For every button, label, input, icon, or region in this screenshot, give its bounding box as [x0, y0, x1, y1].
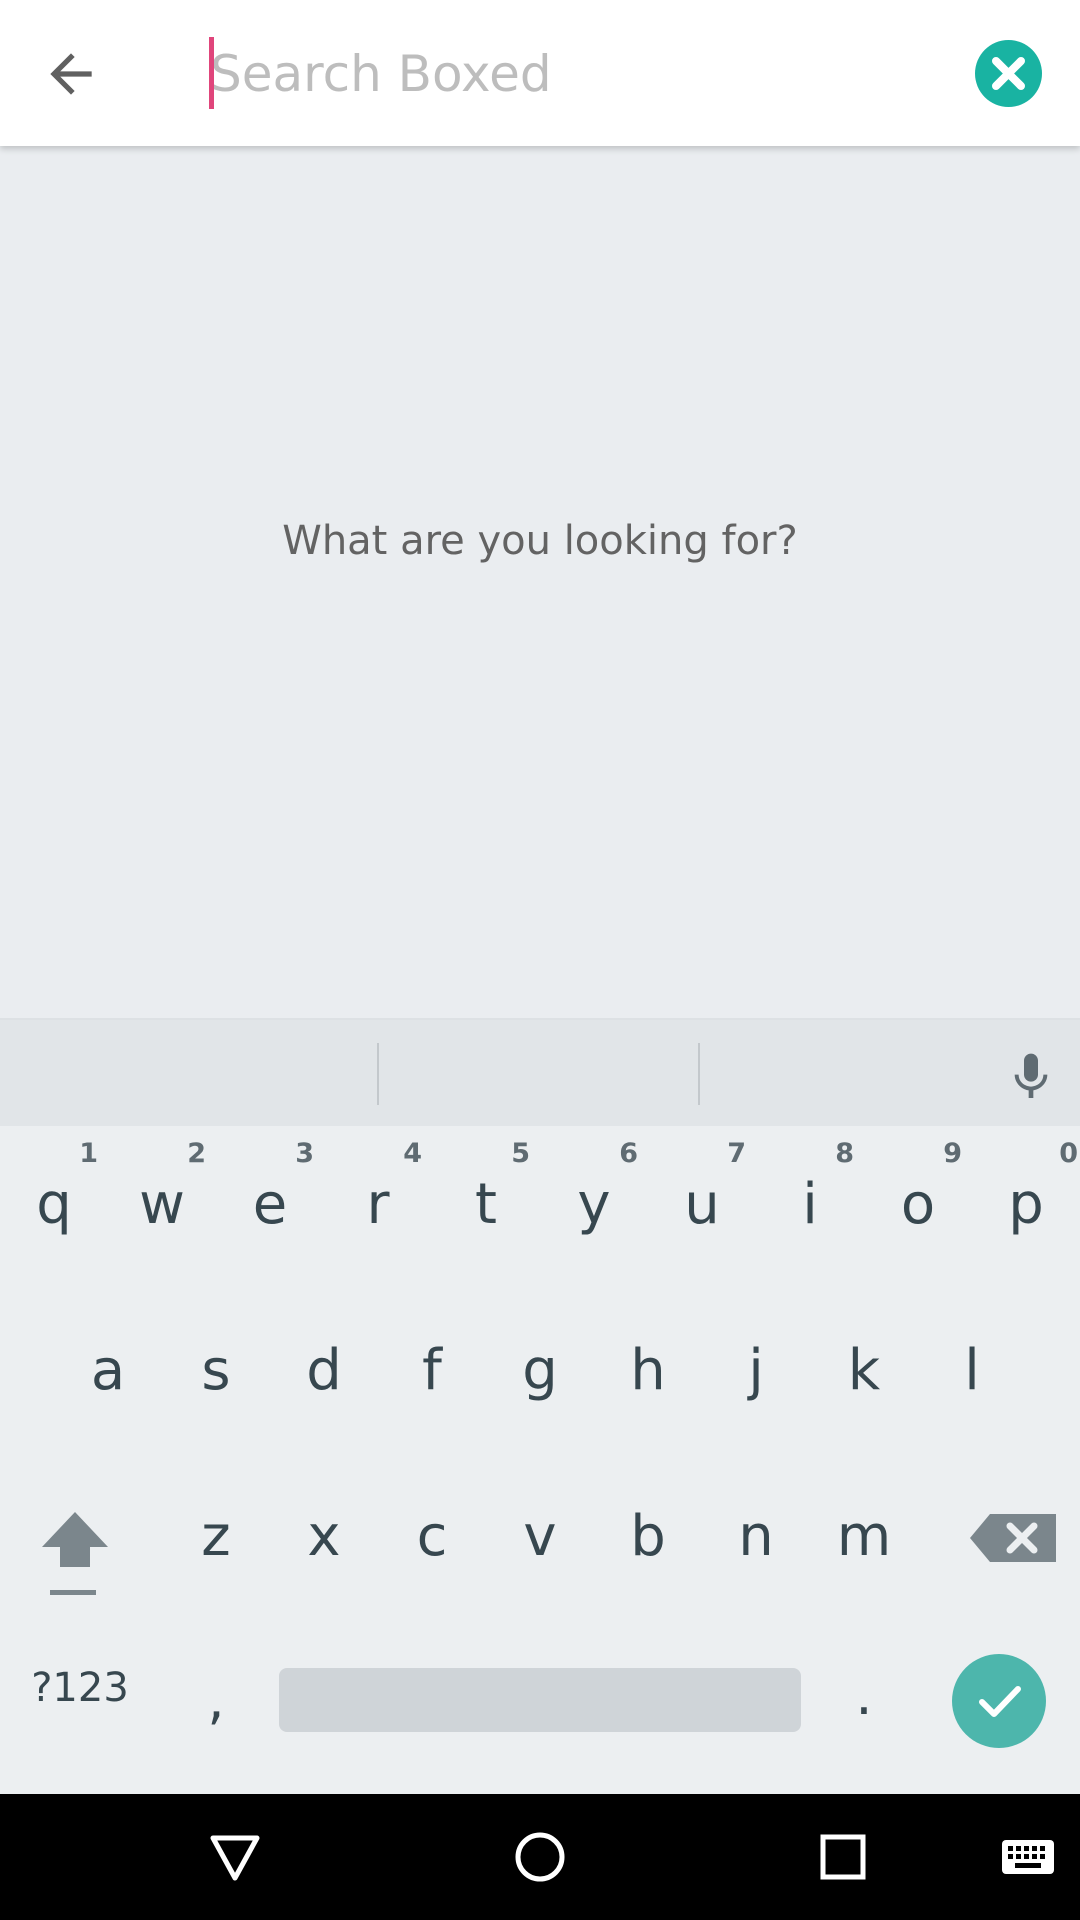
key-s[interactable]: s	[162, 1296, 270, 1444]
period-key[interactable]: .	[816, 1640, 912, 1750]
key-b[interactable]: b	[594, 1462, 702, 1610]
key-k[interactable]: k	[810, 1296, 918, 1444]
key-n[interactable]: n	[702, 1462, 810, 1610]
square-recents-icon	[820, 1834, 866, 1880]
suggestion-divider	[377, 1043, 379, 1105]
key-p[interactable]: p0	[972, 1130, 1080, 1278]
close-icon	[992, 57, 1025, 90]
enter-key[interactable]	[952, 1654, 1046, 1748]
backspace-key[interactable]	[960, 1498, 1060, 1578]
shift-key[interactable]	[20, 1482, 130, 1622]
key-u[interactable]: u7	[648, 1130, 756, 1278]
nav-back-button[interactable]	[200, 1824, 270, 1890]
arrow-left-icon	[50, 53, 92, 95]
symbols-key[interactable]: ?123	[20, 1654, 140, 1722]
nav-recents-button[interactable]	[808, 1824, 878, 1890]
key-r[interactable]: r4	[324, 1130, 432, 1278]
comma-key[interactable]: ,	[168, 1644, 264, 1754]
nav-keyboard-button[interactable]	[997, 1828, 1059, 1886]
key-i[interactable]: i8	[756, 1130, 864, 1278]
search-header	[0, 0, 1080, 146]
key-t[interactable]: t5	[432, 1130, 540, 1278]
triangle-back-icon	[210, 1835, 260, 1881]
text-cursor	[209, 37, 214, 109]
key-h[interactable]: h	[594, 1296, 702, 1444]
suggestion-divider	[698, 1043, 700, 1105]
keyboard-icon	[1002, 1840, 1054, 1874]
key-o[interactable]: o9	[864, 1130, 972, 1278]
key-y[interactable]: y6	[540, 1130, 648, 1278]
backspace-icon	[970, 1514, 1056, 1562]
suggestion-strip	[0, 1020, 1080, 1126]
key-g[interactable]: g	[486, 1296, 594, 1444]
empty-state-prompt: What are you looking for?	[282, 518, 798, 564]
key-w[interactable]: w2	[108, 1130, 216, 1278]
microphone-icon	[1014, 1053, 1048, 1098]
nav-home-button[interactable]	[505, 1824, 575, 1890]
shift-icon	[42, 1512, 108, 1595]
key-j[interactable]: j	[702, 1296, 810, 1444]
circle-home-icon	[515, 1832, 565, 1882]
key-d[interactable]: d	[270, 1296, 378, 1444]
voice-input-button[interactable]	[1003, 1046, 1059, 1108]
soft-keyboard: q1 w2 e3 r4 t5 y6 u7 i8 o9 p0 a s d f g …	[0, 1018, 1080, 1796]
key-e[interactable]: e3	[216, 1130, 324, 1278]
key-a[interactable]: a	[54, 1296, 162, 1444]
key-q[interactable]: q1	[0, 1130, 108, 1278]
key-x[interactable]: x	[270, 1462, 378, 1610]
key-m[interactable]: m	[810, 1462, 918, 1610]
key-f[interactable]: f	[378, 1296, 486, 1444]
search-input[interactable]	[210, 34, 930, 114]
key-z[interactable]: z	[162, 1462, 270, 1610]
checkmark-icon	[979, 1686, 1021, 1717]
key-v[interactable]: v	[486, 1462, 594, 1610]
space-key[interactable]	[279, 1668, 801, 1732]
key-l[interactable]: l	[918, 1296, 1026, 1444]
clear-search-button[interactable]	[975, 40, 1042, 107]
back-button[interactable]	[40, 43, 102, 105]
system-nav-bar	[0, 1794, 1080, 1920]
key-c[interactable]: c	[378, 1462, 486, 1610]
